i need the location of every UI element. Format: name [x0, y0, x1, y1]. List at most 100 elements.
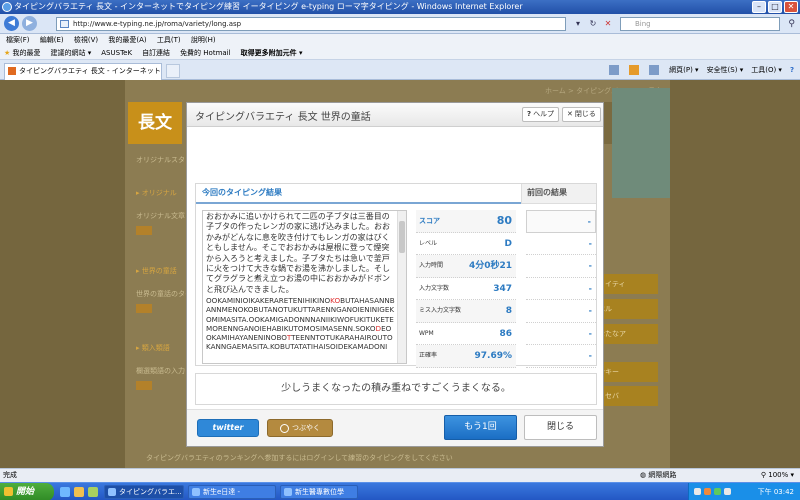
start-button[interactable]: 開始: [0, 483, 54, 500]
stat-value: 347: [493, 283, 512, 294]
menu-bar: 檔案(F) 編輯(E) 檢視(V) 我的最愛(A) 工具(T) 說明(H): [0, 34, 800, 46]
prev-row: -: [526, 278, 596, 300]
stat-label: WPM: [419, 329, 434, 337]
stat-label: スコア: [419, 217, 440, 225]
home-icon[interactable]: [609, 63, 621, 77]
dialog-header: タイピングバラエティ 長文 世界の童話 ? ヘルプ ✕ 閉じる: [187, 103, 603, 127]
character-illustration: [612, 88, 670, 198]
quicklaunch-ie-icon[interactable]: [60, 487, 70, 497]
star-icon: ★: [4, 49, 11, 57]
print-icon[interactable]: [649, 63, 661, 77]
taskbar: 開始 タイピングバラエ... 新生e日達 - Windows... 新生醫專數位…: [0, 482, 800, 500]
menu-item-view[interactable]: 檢視(V): [74, 36, 98, 44]
scrollbar-thumb[interactable]: [399, 221, 405, 253]
refresh-icon[interactable]: ↻: [587, 17, 599, 30]
taskbar-item-elearning[interactable]: 新生醫專數位學習...: [280, 485, 358, 499]
tray-icon[interactable]: [724, 488, 731, 495]
safety-menu[interactable]: 安全性(S) ▾: [707, 63, 744, 77]
menu-item-edit[interactable]: 編輯(E): [40, 36, 64, 44]
tab-typing-variety[interactable]: タイピングバラエティ 長文 - インターネットで...: [4, 63, 162, 90]
fav-item-asus[interactable]: ASUSTeK: [101, 46, 132, 59]
search-field[interactable]: Bing ⚲: [620, 17, 795, 31]
tools-menu[interactable]: 工具(O) ▾: [751, 63, 782, 77]
taskbar-item-portal[interactable]: 新生e日達 - Windows...: [188, 485, 276, 499]
previous-results-heading: 前回の結果: [521, 184, 596, 204]
address-field[interactable]: http://www.e-typing.ne.jp/roma/variety/l…: [56, 17, 566, 31]
dropdown-icon[interactable]: ▾: [572, 17, 584, 30]
quicklaunch-desktop-icon[interactable]: [88, 487, 98, 497]
address-bar-row: ◀ ▶ http://www.e-typing.ne.jp/roma/varie…: [0, 14, 800, 34]
feeds-icon[interactable]: [629, 63, 641, 77]
result-dialog: タイピングバラエティ 長文 世界の童話 ? ヘルプ ✕ 閉じる 今回のタイピング結果…: [186, 102, 604, 447]
close-button[interactable]: 閉じる: [524, 415, 597, 440]
prev-value: -: [588, 328, 592, 338]
menu-item-favorites[interactable]: 我的最愛(A): [108, 36, 146, 44]
windows-flag-icon: [4, 487, 13, 496]
prev-value: -: [588, 238, 592, 248]
bg-start-badge-2[interactable]: [136, 304, 152, 313]
romaji-segment: OOKAMINIOIKAKERARETENIHIKINO: [206, 296, 331, 306]
prev-value: -: [588, 261, 592, 270]
prev-value: -: [587, 217, 591, 226]
stat-value: 86: [499, 328, 512, 339]
page-icon: [60, 20, 69, 28]
stat-row-misses: ミス入力文字数 8: [416, 300, 516, 323]
forward-arrow-icon[interactable]: ▶: [22, 16, 37, 31]
tray-icon[interactable]: [714, 488, 721, 495]
feedback-comment: 少しうまくなったの積み重ねですごくうまくなる。: [195, 373, 597, 405]
address-url: http://www.e-typing.ne.jp/roma/variety/l…: [73, 20, 242, 28]
fav-item-custom-links[interactable]: 自訂連結: [142, 46, 170, 59]
fav-item-suggested[interactable]: 建議的網站 ▾: [51, 46, 92, 59]
stat-label: 入力時間: [419, 262, 444, 269]
minimize-button[interactable]: –: [752, 1, 766, 13]
window-title-bar: タイピングバラエティ 長文 - インターネットでタイピング練習 イータイピング …: [0, 0, 800, 14]
stat-label: ミス入力文字数: [419, 307, 462, 314]
speech-icon: [280, 423, 289, 433]
favorites-button[interactable]: ★ 我的最愛: [4, 46, 41, 59]
stat-value: D: [504, 238, 512, 249]
typed-passage[interactable]: おおかみに追いかけられて二匹の子ブタは三番目の子ブタの作ったレンガの家に逃げ込み…: [202, 210, 407, 364]
dialog-close-button[interactable]: ✕ 閉じる: [562, 107, 601, 122]
status-bar: 完成 ◍ 網際網路 ⚲ 100% ▾: [0, 468, 800, 482]
ie-logo-icon: [2, 2, 12, 12]
close-icon: ✕: [567, 110, 573, 118]
bg-link-idioms[interactable]: ▸ 類入類語: [136, 343, 170, 353]
bg-start-badge-3[interactable]: [136, 381, 152, 390]
quicklaunch-folder-icon[interactable]: [74, 487, 84, 497]
new-tab-button[interactable]: [166, 64, 180, 78]
help-icon[interactable]: ?: [790, 63, 794, 77]
stat-row-accuracy: 正確率 97.69%: [416, 345, 516, 368]
taskbar-item-typing[interactable]: タイピングバラエ...: [104, 485, 184, 499]
bg-start-badge[interactable]: [136, 226, 152, 235]
back-arrow-icon[interactable]: ◀: [4, 16, 19, 31]
prev-row: -: [526, 255, 596, 278]
maximize-button[interactable]: □: [768, 1, 782, 13]
search-icon[interactable]: ⚲: [788, 18, 795, 30]
question-icon: ?: [527, 110, 532, 118]
tray-icon[interactable]: [694, 488, 701, 495]
page-menu[interactable]: 網頁(P) ▾: [669, 63, 698, 77]
help-button[interactable]: ? ヘルプ: [522, 107, 560, 122]
fav-item-addons[interactable]: 取得更多附加元件 ▾: [241, 46, 303, 59]
window-controls: – □ ✕: [752, 1, 798, 13]
bg-link-original[interactable]: ▸ オリジナル: [136, 188, 177, 198]
menu-item-file[interactable]: 檔案(F): [6, 36, 30, 44]
menu-item-help[interactable]: 說明(H): [191, 36, 216, 44]
retry-button[interactable]: もう1回: [444, 415, 517, 440]
window-close-button[interactable]: ✕: [784, 1, 798, 13]
stat-value: 8: [505, 306, 512, 316]
tray-icon[interactable]: [704, 488, 711, 495]
bg-link-fairy-tales[interactable]: ▸ 世界の童話: [136, 266, 177, 276]
previous-stats: - - - - - - - -: [526, 210, 596, 390]
zoom-level: 100%: [768, 471, 789, 479]
stat-label: レベル: [419, 239, 438, 247]
fav-item-hotmail[interactable]: 免費的 Hotmail: [180, 46, 231, 59]
twitter-button[interactable]: twitter: [197, 419, 259, 437]
prev-value: -: [588, 351, 592, 360]
tsubuyaku-button[interactable]: つぶやく: [267, 419, 333, 437]
zoom-control[interactable]: ⚲ 100% ▾: [761, 469, 794, 482]
command-bar: 網頁(P) ▾ 安全性(S) ▾ 工具(O) ▾ ?: [609, 63, 794, 77]
menu-item-tools[interactable]: 工具(T): [157, 36, 181, 44]
stop-icon[interactable]: ✕: [602, 17, 614, 30]
passage-scrollbar[interactable]: [397, 211, 406, 363]
